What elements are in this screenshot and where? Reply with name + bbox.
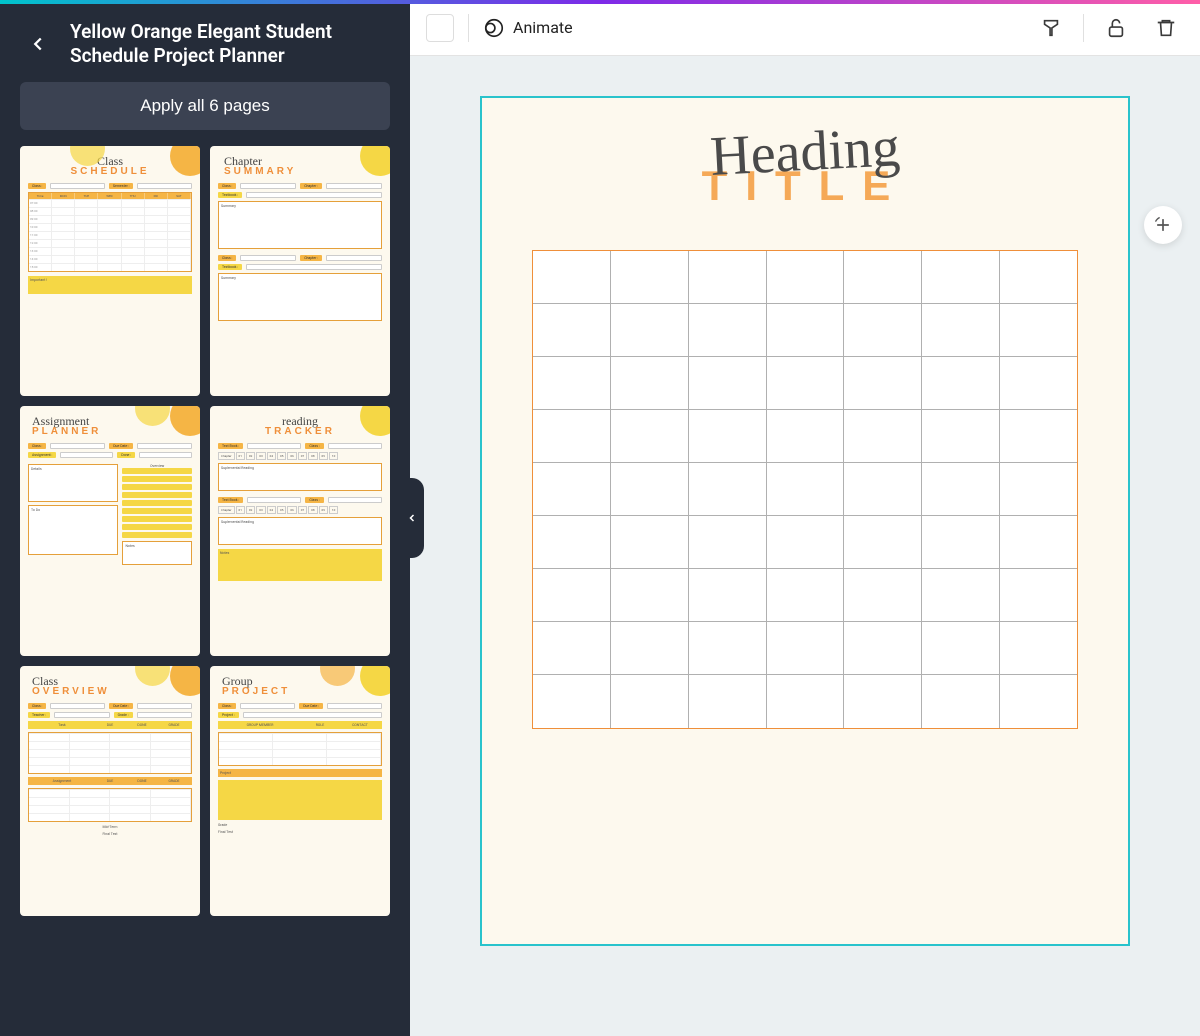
template-page-5[interactable]: Class OVERVIEW Class :Due Date : Teacher…	[20, 666, 200, 916]
template-page-3[interactable]: Assignment PLANNER Class :Due Date : Ass…	[20, 406, 200, 656]
style-button[interactable]	[1033, 10, 1069, 46]
canvas-page[interactable]: Heading TITLE	[480, 96, 1130, 946]
collapse-sidebar-handle[interactable]	[400, 478, 424, 558]
template-page-1[interactable]: Class SCHEDULE Class :Semester : TimeMON…	[20, 146, 200, 396]
main-area: Animate Heading TITLE	[410, 0, 1200, 1036]
template-page-6[interactable]: Group PROJECT Class :Due Date : Project …	[210, 666, 390, 916]
animate-button[interactable]: Animate	[483, 17, 573, 39]
template-sidebar: Yellow Orange Elegant Student Schedule P…	[0, 0, 410, 1036]
animate-icon	[483, 17, 505, 39]
canvas-grid[interactable]	[532, 250, 1078, 729]
add-page-button[interactable]	[1144, 206, 1182, 244]
apply-all-pages-button[interactable]: Apply all 6 pages	[20, 82, 390, 130]
delete-button[interactable]	[1148, 10, 1184, 46]
animate-label: Animate	[513, 18, 573, 37]
color-picker-button[interactable]	[426, 14, 454, 42]
toolbar-divider	[468, 14, 469, 42]
toolbar-divider	[1083, 14, 1084, 42]
back-button[interactable]	[20, 26, 56, 62]
template-page-4[interactable]: reading TRACKER Text Book :Class : Chapt…	[210, 406, 390, 656]
canvas-area[interactable]: Heading TITLE	[410, 56, 1200, 1036]
template-title: Yellow Orange Elegant Student Schedule P…	[70, 20, 390, 68]
template-pages-grid: Class SCHEDULE Class :Semester : TimeMON…	[20, 146, 390, 916]
lock-button[interactable]	[1098, 10, 1134, 46]
top-toolbar: Animate	[410, 0, 1200, 56]
template-page-2[interactable]: Chapter SUMMARY Class :Chapter : Textboo…	[210, 146, 390, 396]
